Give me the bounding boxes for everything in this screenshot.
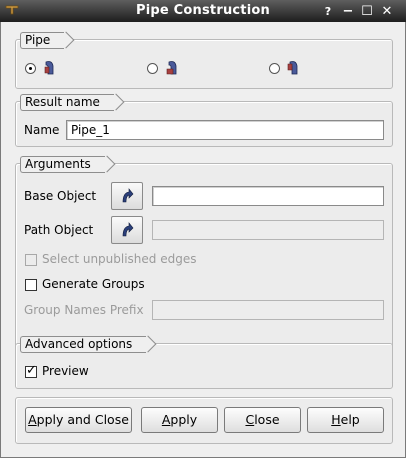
- preview-checkbox[interactable]: ✓: [25, 363, 37, 378]
- generate-groups-label[interactable]: Generate Groups: [42, 277, 145, 291]
- pipe-group: Pipe: [15, 32, 393, 89]
- pipe-shape-icon-1: [44, 61, 54, 75]
- minimize-icon[interactable]: −: [339, 2, 357, 20]
- preview-label[interactable]: Preview: [42, 364, 89, 378]
- close-button[interactable]: Close: [224, 407, 301, 433]
- button-mnemonic: H: [331, 412, 341, 427]
- pipe-type-radio-3[interactable]: [269, 63, 280, 74]
- path-object-input: [152, 220, 384, 240]
- group-prefix-input: [152, 300, 384, 320]
- base-object-label: Base Object: [24, 189, 97, 203]
- base-object-select-button[interactable]: [111, 182, 143, 210]
- title-bar: Pipe Construction ? − ☐ ✕: [0, 0, 406, 22]
- button-text: elp: [340, 412, 360, 427]
- button-text: pply and Close: [36, 412, 129, 427]
- advanced-options-group: Advanced options ✓ Preview: [15, 336, 393, 389]
- help-icon[interactable]: ?: [319, 2, 337, 20]
- select-unpublished-label: Select unpublished edges: [42, 252, 197, 266]
- name-label: Name: [24, 123, 60, 137]
- path-object-select-button[interactable]: [111, 216, 143, 244]
- select-arrow-icon: [122, 222, 134, 237]
- generate-groups-checkbox[interactable]: [25, 279, 37, 291]
- apply-button[interactable]: Apply: [141, 407, 218, 433]
- maximize-icon[interactable]: ☐: [358, 2, 376, 20]
- help-button[interactable]: Help: [307, 407, 384, 433]
- pipe-group-title: Pipe: [20, 32, 65, 49]
- pipe-type-radio-1[interactable]: [25, 63, 36, 74]
- button-mnemonic: C: [245, 412, 255, 427]
- close-icon[interactable]: ✕: [378, 2, 396, 20]
- select-arrow-icon: [122, 188, 134, 203]
- button-text: lose: [254, 412, 280, 427]
- arguments-group: Arguments Base Object Path Object Select…: [15, 156, 393, 349]
- button-text: pply: [170, 412, 198, 427]
- button-bar: Apply and Close Apply Close Help: [15, 397, 393, 444]
- result-name-group: Result name Name Pipe_1: [15, 94, 393, 147]
- pipe-shape-icon-3: [287, 61, 298, 75]
- base-object-input[interactable]: [152, 186, 384, 206]
- name-input[interactable]: Pipe_1: [66, 120, 384, 140]
- pipe-type-radio-2[interactable]: [147, 63, 158, 74]
- group-prefix-label: Group Names Prefix: [24, 303, 144, 317]
- path-object-label: Path Object: [24, 223, 94, 237]
- apply-and-close-button[interactable]: Apply and Close: [25, 407, 132, 433]
- button-mnemonic: A: [28, 412, 37, 427]
- select-unpublished-checkbox: [25, 254, 37, 266]
- pipe-shape-icon-2: [166, 61, 177, 75]
- advanced-options-group-title: Advanced options: [20, 336, 147, 353]
- arguments-group-title: Arguments: [20, 156, 105, 173]
- dialog-body: Pipe Result name Name Pipe_1 Arguments B…: [0, 22, 406, 458]
- check-icon: ✓: [26, 363, 37, 378]
- result-name-group-title: Result name: [20, 94, 114, 111]
